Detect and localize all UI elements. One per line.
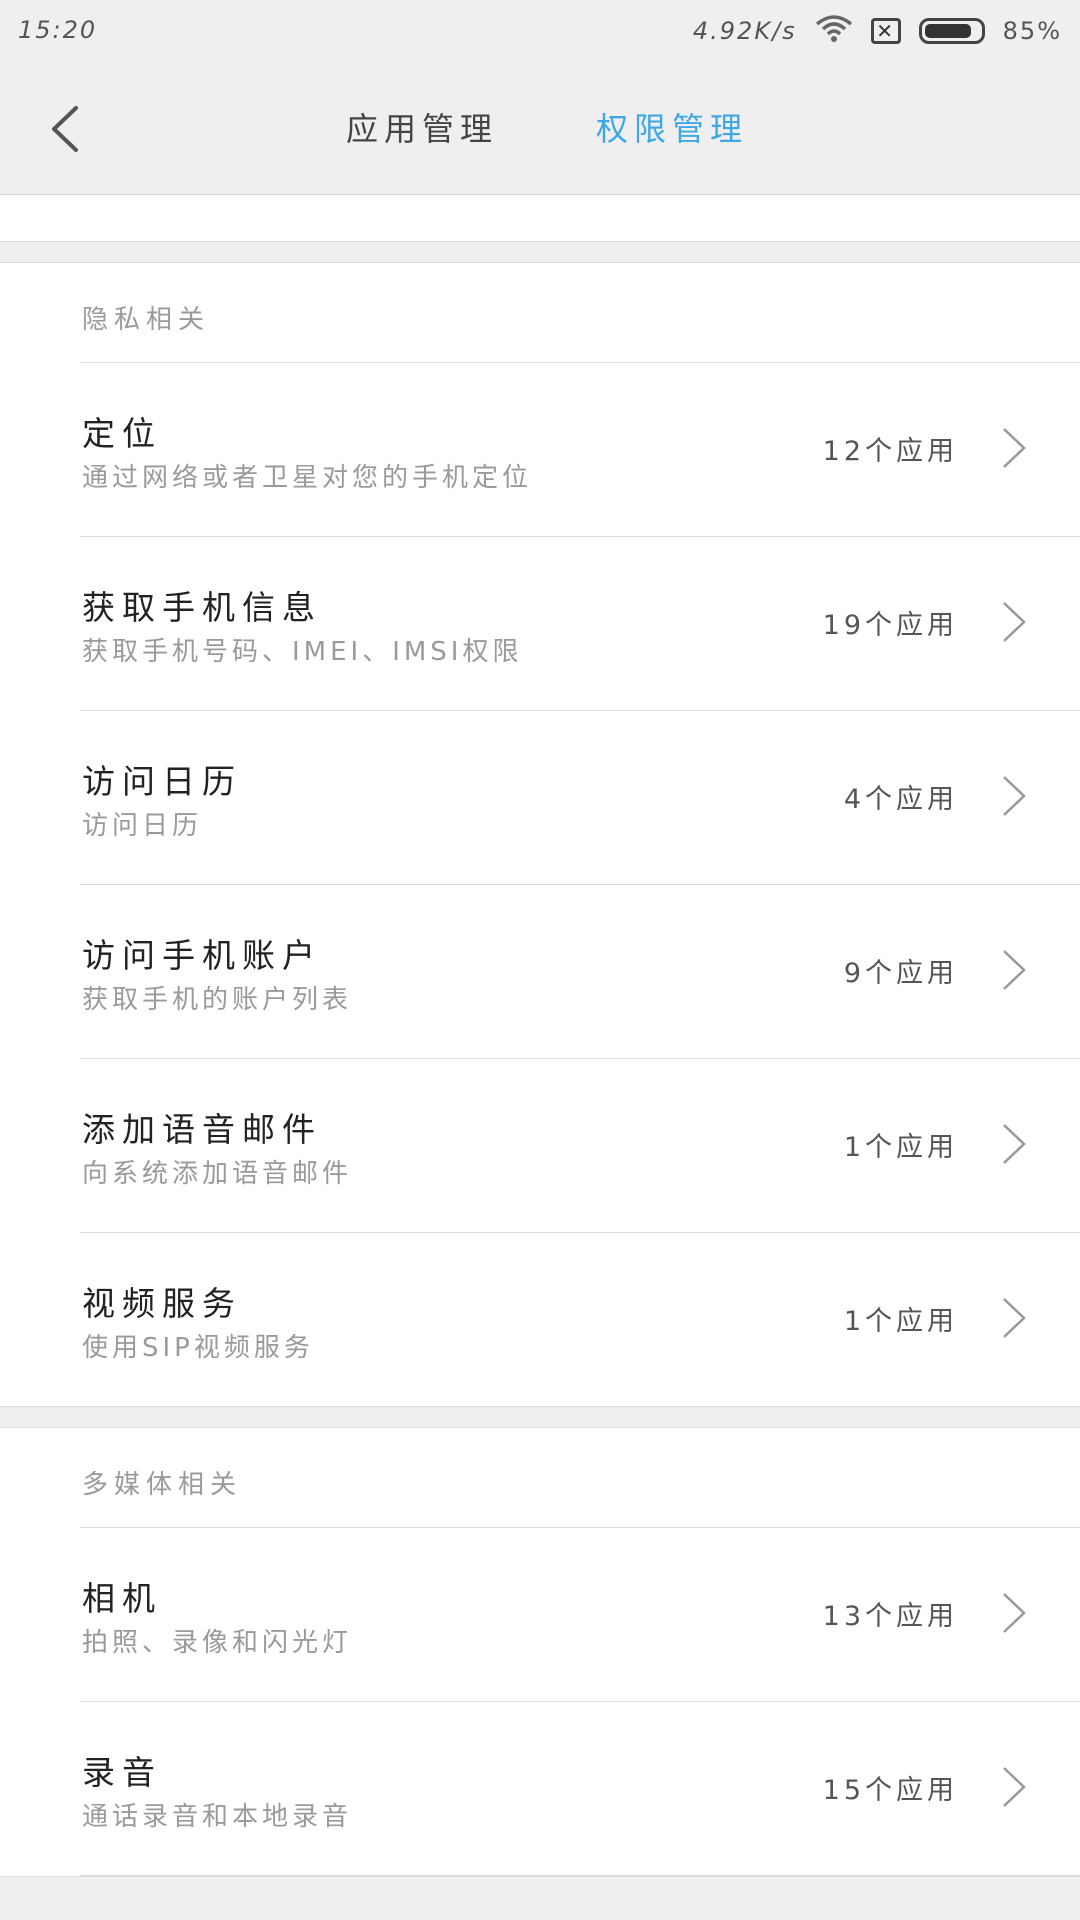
row-title: 定位 xyxy=(82,414,162,453)
chevron-right-icon xyxy=(1003,1767,1026,1807)
row-app-count: 9个应用 xyxy=(843,958,958,989)
row-app-count: 15个应用 xyxy=(822,1775,958,1806)
section-privacy: 隐私相关 定位 通过网络或者卫星对您的手机定位 12个应用 获取手机信息 获取手… xyxy=(0,262,1080,1407)
permission-row-accounts[interactable]: 访问手机账户 获取手机的账户列表 9个应用 xyxy=(80,885,1080,1059)
battery-icon xyxy=(918,18,985,44)
row-app-count: 13个应用 xyxy=(822,1601,958,1632)
section-title: 隐私相关 xyxy=(82,305,211,335)
row-title: 访问手机账户 xyxy=(82,936,322,975)
row-subtitle: 通话录音和本地录音 xyxy=(82,1802,353,1832)
row-app-count: 12个应用 xyxy=(822,436,958,467)
battery-percent: 85% xyxy=(1002,17,1062,45)
network-speed: 4.92K/s xyxy=(692,17,797,45)
row-title: 录音 xyxy=(82,1753,162,1792)
row-title: 相机 xyxy=(82,1579,162,1618)
section-header: 多媒体相关 xyxy=(80,1428,1080,1528)
chevron-right-icon xyxy=(1003,1593,1026,1633)
row-title: 访问日历 xyxy=(82,762,242,801)
row-subtitle: 获取手机的账户列表 xyxy=(82,985,353,1015)
chevron-right-icon xyxy=(1003,602,1026,642)
permission-row-recording[interactable]: 录音 通话录音和本地录音 15个应用 xyxy=(80,1702,1080,1876)
back-arrow-icon xyxy=(52,106,78,152)
screen: 15:20 4.92K/s ✕ 85% 应用管理 权限管理 隐私相关 定位 通过… xyxy=(0,0,1080,1920)
row-subtitle: 向系统添加语音邮件 xyxy=(82,1159,353,1189)
tab-permission-management[interactable]: 权限管理 xyxy=(596,104,748,150)
row-subtitle: 使用SIP视频服务 xyxy=(82,1333,314,1363)
section-gap xyxy=(0,1407,1080,1427)
status-icons: 4.92K/s ✕ 85% xyxy=(693,14,1062,48)
permission-row-voicemail[interactable]: 添加语音邮件 向系统添加语音邮件 1个应用 xyxy=(80,1059,1080,1233)
chevron-right-icon xyxy=(1003,950,1026,990)
row-subtitle: 通过网络或者卫星对您的手机定位 xyxy=(82,463,533,493)
row-title: 获取手机信息 xyxy=(82,588,322,627)
tab-app-management[interactable]: 应用管理 xyxy=(346,104,498,150)
row-app-count: 1个应用 xyxy=(843,1306,958,1337)
row-app-count: 4个应用 xyxy=(843,784,958,815)
wifi-icon xyxy=(815,14,853,48)
status-bar: 15:20 4.92K/s ✕ 85% xyxy=(0,0,1080,64)
row-subtitle: 访问日历 xyxy=(82,811,203,841)
chevron-right-icon xyxy=(1003,776,1026,816)
chevron-right-icon xyxy=(1003,1298,1026,1338)
top-strip xyxy=(0,195,1080,242)
row-app-count: 19个应用 xyxy=(822,610,958,641)
permission-row-video-service[interactable]: 视频服务 使用SIP视频服务 1个应用 xyxy=(80,1233,1080,1406)
no-sim-icon: ✕ xyxy=(870,18,901,44)
permission-row-calendar[interactable]: 访问日历 访问日历 4个应用 xyxy=(80,711,1080,885)
row-subtitle: 获取手机号码、IMEI、IMSI权限 xyxy=(82,637,523,667)
chevron-right-icon xyxy=(1003,428,1026,468)
section-header: 隐私相关 xyxy=(80,263,1080,363)
status-time: 15:20 xyxy=(18,16,98,44)
battery-fill xyxy=(924,24,971,38)
permission-list[interactable]: 隐私相关 定位 通过网络或者卫星对您的手机定位 12个应用 获取手机信息 获取手… xyxy=(0,195,1080,1920)
permission-row-camera[interactable]: 相机 拍照、录像和闪光灯 13个应用 xyxy=(80,1528,1080,1702)
section-multimedia: 多媒体相关 相机 拍照、录像和闪光灯 13个应用 录音 通话录音和本地录音 15… xyxy=(0,1427,1080,1877)
row-title: 视频服务 xyxy=(82,1284,242,1323)
row-title: 添加语音邮件 xyxy=(82,1110,322,1149)
row-subtitle: 拍照、录像和闪光灯 xyxy=(82,1628,353,1658)
title-bar: 应用管理 权限管理 xyxy=(0,64,1080,195)
chevron-right-icon xyxy=(1003,1124,1026,1164)
section-title: 多媒体相关 xyxy=(82,1470,243,1500)
back-button[interactable] xyxy=(40,102,90,156)
section-gap xyxy=(0,242,1080,262)
permission-row-phone-info[interactable]: 获取手机信息 获取手机号码、IMEI、IMSI权限 19个应用 xyxy=(80,537,1080,711)
row-app-count: 1个应用 xyxy=(843,1132,958,1163)
permission-row-location[interactable]: 定位 通过网络或者卫星对您的手机定位 12个应用 xyxy=(80,363,1080,537)
